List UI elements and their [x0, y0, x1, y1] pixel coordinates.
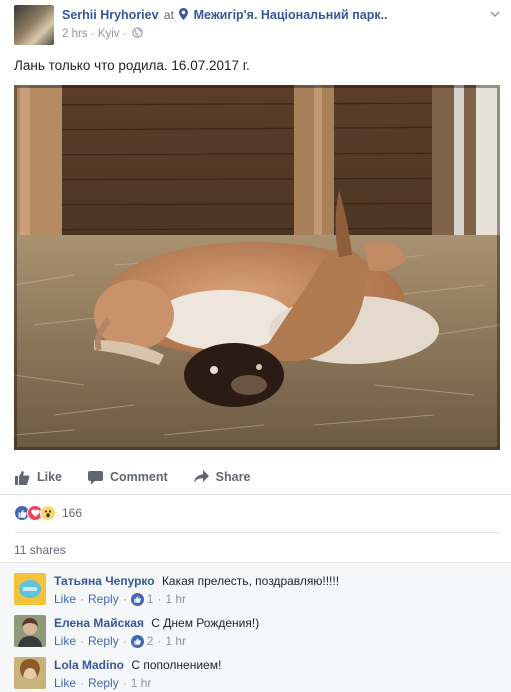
comment-like-button[interactable]: Like — [54, 676, 76, 690]
meta-separator: · — [80, 676, 85, 690]
post-action-bar: Like Comment Share — [14, 462, 500, 492]
reaction-count: 166 — [62, 506, 83, 520]
share-label: Share — [215, 470, 251, 484]
commenter-name[interactable]: Елена Майская — [54, 616, 144, 630]
location-pin-icon — [179, 8, 189, 20]
comment-time[interactable]: 1 hr — [131, 676, 152, 690]
comment-item: Lola Madino С пополнением! Like · Reply … — [14, 657, 500, 692]
meta-separator: · — [122, 592, 127, 606]
comment-text: С пополнением! — [131, 658, 222, 672]
meta-separator: · — [157, 592, 162, 606]
post-header: Serhii Hryhoriev at Межигір'я. Національ… — [14, 5, 504, 49]
comment-like-button[interactable]: Like — [54, 592, 76, 606]
reactions-summary[interactable]: 166 — [14, 504, 82, 522]
author-avatar[interactable] — [14, 5, 54, 45]
location-link[interactable]: Межигір'я. Національний парк.. — [194, 8, 388, 22]
commenter-avatar[interactable] — [14, 573, 46, 605]
meta-separator: · — [122, 676, 127, 690]
post-photo[interactable] — [14, 85, 500, 450]
comment-meta: Like · Reply · 1 hr — [54, 676, 151, 690]
chevron-down-icon[interactable] — [488, 7, 502, 21]
meta-separator: · — [90, 28, 98, 40]
comment-body: Татьяна Чепурко Какая прелесть, поздравл… — [54, 574, 339, 588]
share-button[interactable]: Share — [193, 470, 251, 484]
meta-separator: · — [80, 592, 85, 606]
comment-meta: Like · Reply · 2 · 1 hr — [54, 634, 186, 648]
meta-separator: · — [80, 634, 85, 648]
wow-reaction-icon — [40, 505, 56, 521]
comment-time[interactable]: 1 hr — [165, 634, 186, 648]
comment-time[interactable]: 1 hr — [165, 592, 186, 606]
comment-body: Lola Madino С пополнением! — [54, 658, 221, 672]
meta-separator: · — [122, 28, 130, 40]
comment-reply-button[interactable]: Reply — [88, 592, 119, 606]
comment-reply-button[interactable]: Reply — [88, 634, 119, 648]
comment-like-count[interactable]: 2 — [147, 634, 154, 648]
post-meta: 2 hrs · Kyiv · — [62, 27, 143, 40]
comment-button[interactable]: Comment — [88, 470, 168, 485]
thumbs-up-icon — [15, 470, 30, 485]
like-badge-icon — [130, 634, 144, 648]
like-badge-icon — [130, 592, 144, 606]
like-label: Like — [37, 470, 63, 484]
comment-label: Comment — [110, 470, 168, 484]
shares-count[interactable]: 11 shares — [14, 543, 66, 557]
author-name[interactable]: Serhii Hryhoriev — [62, 8, 159, 22]
comment-text: С Днем Рождения!) — [151, 616, 260, 630]
commenter-name[interactable]: Татьяна Чепурко — [54, 574, 155, 588]
author-line: Serhii Hryhoriev at Межигір'я. Національ… — [62, 8, 388, 22]
meta-separator: · — [157, 634, 162, 648]
meta-separator: · — [122, 634, 127, 648]
comment-bubble-icon — [88, 470, 104, 484]
deer-photo-illustration — [14, 85, 500, 450]
divider — [14, 532, 500, 533]
comment-text: Какая прелесть, поздравляю!!!!! — [161, 574, 340, 588]
comment-like-count[interactable]: 1 — [147, 592, 154, 606]
comment-item: Елена Майская С Днем Рождения!) Like · R… — [14, 615, 500, 655]
comment-meta: Like · Reply · 1 · 1 hr — [54, 592, 186, 606]
commenter-name[interactable]: Lola Madino — [54, 658, 124, 672]
post-time[interactable]: 2 hrs — [62, 28, 88, 40]
share-arrow-icon — [193, 470, 209, 483]
divider — [0, 494, 511, 495]
comment-reply-button[interactable]: Reply — [88, 676, 119, 690]
commenter-avatar[interactable] — [14, 615, 46, 647]
like-button[interactable]: Like — [14, 470, 62, 485]
comment-item: Татьяна Чепурко Какая прелесть, поздравл… — [14, 573, 500, 613]
comment-like-button[interactable]: Like — [54, 634, 76, 648]
commenter-avatar[interactable] — [14, 657, 46, 689]
post-place[interactable]: Kyiv — [98, 28, 120, 40]
public-globe-icon[interactable] — [132, 27, 143, 38]
comment-body: Елена Майская С Днем Рождения!) — [54, 616, 259, 630]
post-text: Лань только что родила. 16.07.2017 г. — [14, 58, 250, 73]
at-word: at — [163, 8, 174, 22]
